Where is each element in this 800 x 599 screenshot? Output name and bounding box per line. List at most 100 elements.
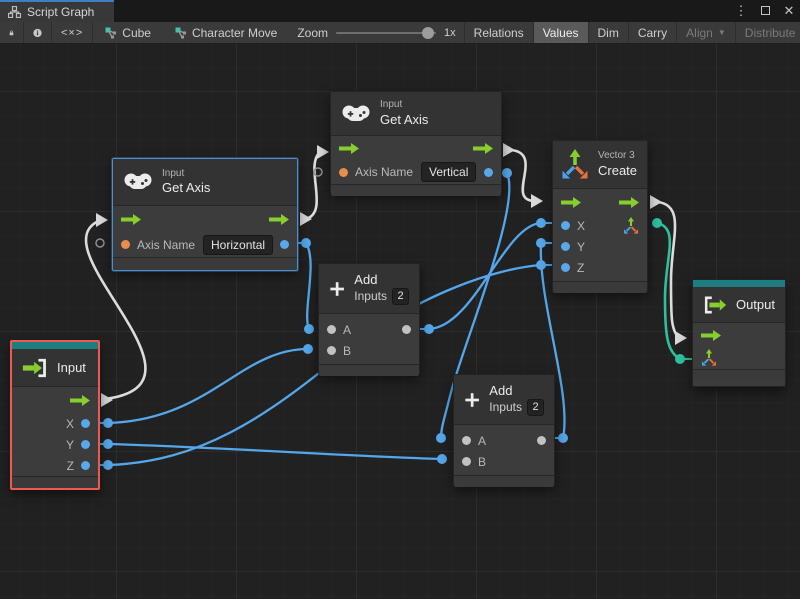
port-z[interactable]: Z [12,455,98,476]
flow-ports-row [331,136,501,160]
graph-icon [8,6,21,18]
kebab-menu-icon[interactable]: ⋮ [734,0,748,22]
flow-in-arrow-icon[interactable] [561,197,581,208]
code-view-button[interactable]: <×> [52,22,93,43]
string-port-dot[interactable] [339,168,348,177]
port-b-dot[interactable] [327,346,336,355]
port-a-row: A [319,319,419,340]
lock-icon [9,27,14,39]
node-accent-bar [693,280,785,287]
node-body: X Y Z [12,387,98,476]
flow-input-port[interactable] [693,323,785,347]
maximize-icon[interactable] [758,0,772,22]
node-footer [693,369,785,381]
inputs-count-field[interactable]: 2 [392,288,409,305]
port-a-dot[interactable] [327,325,336,334]
inputs-count-field[interactable]: 2 [527,399,544,416]
node-accent-bar [12,342,98,349]
node-vector3-create[interactable]: Vector 3 Create X Y [552,140,648,292]
zoom-slider[interactable] [336,32,436,34]
port-dot[interactable] [81,461,90,470]
vector3-input-port[interactable] [693,347,785,369]
node-body: Axis Name Vertical [331,136,501,184]
breadcrumb-label: Character Move [192,26,277,40]
lock-button[interactable] [0,22,24,43]
values-button[interactable]: Values [534,22,589,43]
node-header: Output [693,287,785,323]
node-body: X Y Z [553,189,647,278]
graph-toolbar: <×> Cube Character Move Zoom [0,22,800,44]
port-y[interactable]: Y [12,434,98,455]
port-x-dot[interactable] [561,221,570,230]
chevron-down-icon: ▼ [718,28,726,37]
flow-out-arrow-icon[interactable] [473,143,493,154]
plus-icon [329,277,345,301]
axis-name-field[interactable]: Horizontal [203,235,273,255]
node-subtitle: Vector 3 [598,150,637,163]
node-footer [454,475,554,487]
tab-title: Script Graph [27,5,94,19]
input-unit-icon [22,358,48,378]
port-z-dot[interactable] [561,263,570,272]
node-header: Add Inputs 2 [454,375,554,425]
carry-button[interactable]: Carry [629,22,677,43]
flow-out-arrow-icon[interactable] [619,197,639,208]
port-a-row: A [454,430,554,451]
string-port-dot[interactable] [121,240,130,249]
axis-name-field[interactable]: Vertical [421,162,476,182]
node-output[interactable]: Output [692,279,786,387]
flow-out-arrow-icon[interactable] [269,214,289,225]
close-icon[interactable]: ✕ [782,0,796,22]
port-b-dot[interactable] [462,457,471,466]
node-get-axis-horizontal[interactable]: Input Get Axis Axis Name Horizontal [112,158,298,271]
breadcrumb-character-move[interactable]: Character Move [163,22,289,43]
flow-in-arrow-icon[interactable] [339,143,359,154]
inputs-label: Inputs [354,289,387,304]
port-b-row: B [454,451,554,472]
vector3-in-icon [701,349,717,367]
distribute-dropdown[interactable]: Distribute▼ [736,22,800,43]
flow-output-port[interactable] [12,387,98,413]
graph-node-icon [175,27,187,39]
node-footer [113,257,297,270]
flow-arrow-icon [70,395,90,406]
port-x[interactable]: X [12,413,98,434]
axis-name-row: Axis Name Vertical [331,160,501,184]
info-button[interactable] [24,22,52,43]
breadcrumb-cube[interactable]: Cube [93,22,163,43]
flow-in-arrow-icon[interactable] [121,214,141,225]
sum-out-dot[interactable] [402,325,411,334]
port-dot[interactable] [81,419,90,428]
node-get-axis-vertical[interactable]: Input Get Axis Axis Name Vertical [330,91,502,193]
node-body [693,323,785,369]
relations-button[interactable]: Relations [464,22,534,43]
align-dropdown[interactable]: Align▼ [677,22,736,43]
sum-out-dot[interactable] [537,436,546,445]
node-header: Vector 3 Create [553,141,647,189]
node-add-2[interactable]: Add Inputs 2 A B [453,374,555,486]
node-body: A B [319,314,419,361]
node-input[interactable]: Input X Y Z [10,340,100,490]
value-out-dot[interactable] [484,168,493,177]
value-out-dot[interactable] [280,240,289,249]
zoom-slider-handle[interactable] [422,27,434,39]
gamepad-icon [123,172,153,192]
node-add-1[interactable]: Add Inputs 2 A B [318,263,420,375]
port-b-row: B [319,340,419,361]
window-controls: ⋮ ✕ [734,0,796,22]
port-x-row: X [553,215,647,236]
node-header: Add Inputs 2 [319,264,419,314]
dim-button[interactable]: Dim [589,22,629,43]
tab-script-graph[interactable]: Script Graph [0,0,114,22]
node-title: Get Axis [380,112,428,128]
vector3-out-icon[interactable] [623,217,639,235]
zoom-value: 1x [444,27,456,39]
vector3-icon [561,149,589,181]
port-a-dot[interactable] [462,436,471,445]
port-z-row: Z [553,257,647,278]
tab-strip: Script Graph ⋮ ✕ [0,0,800,22]
node-footer [331,184,501,196]
port-dot[interactable] [81,440,90,449]
zoom-control: Zoom 1x [289,22,463,43]
port-y-dot[interactable] [561,242,570,251]
